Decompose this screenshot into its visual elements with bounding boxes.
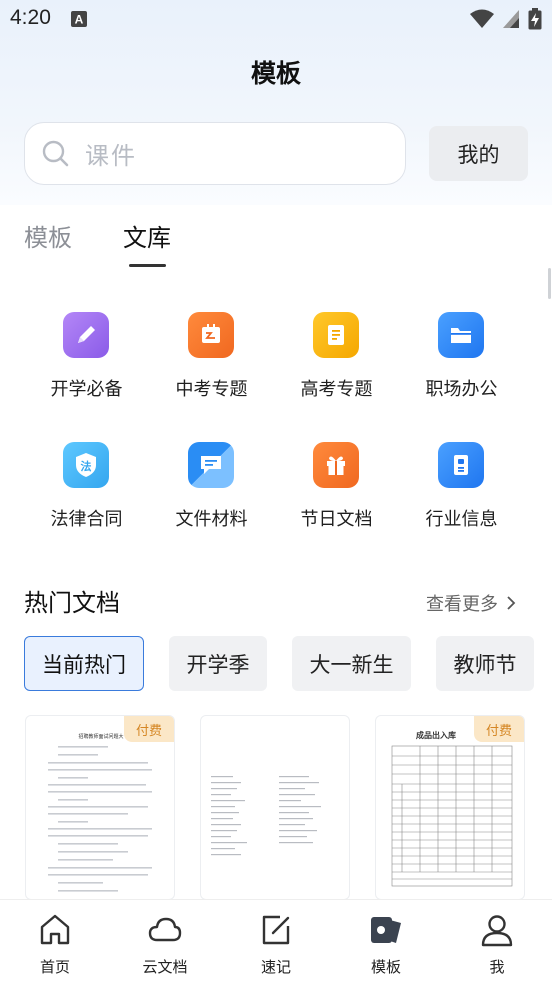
id-card-icon: [438, 442, 484, 488]
message-doc-icon: [188, 442, 234, 488]
svg-text:成品出入库: 成品出入库: [416, 730, 456, 740]
nav-label: 首页: [39, 958, 70, 976]
doc-thumbnail: 成品出入库: [391, 730, 513, 887]
search-placeholder: 课件: [85, 142, 137, 170]
chevron-right-icon: [507, 596, 516, 610]
scrollbar[interactable]: [548, 268, 551, 299]
category-office[interactable]: 职场办公: [399, 302, 524, 412]
signal-icon: [503, 10, 519, 28]
category-zhongkao[interactable]: 中考专题: [149, 302, 274, 412]
chip-teachers-day[interactable]: 教师节: [436, 636, 534, 691]
chip-back-to-school[interactable]: 开学季: [169, 636, 267, 691]
folder-icon: [438, 312, 484, 358]
category-legal[interactable]: 法 法律合同: [24, 432, 149, 542]
home-icon: [40, 914, 70, 945]
paid-badge: 付费: [124, 716, 174, 742]
battery-charging-icon: [528, 8, 542, 30]
nav-label: 模板: [370, 958, 401, 976]
chip-freshman[interactable]: 大一新生: [292, 636, 411, 691]
doc-card[interactable]: 成品出入库 付费: [375, 715, 525, 900]
active-tab-indicator: [129, 264, 166, 267]
see-more-label: 查看更多: [426, 594, 498, 615]
nav-me[interactable]: 我: [442, 900, 552, 983]
category-label: 高考专题: [300, 379, 373, 400]
tab-bar: 模板 文库: [0, 218, 552, 268]
search-input[interactable]: 课件: [24, 122, 406, 185]
category-back-to-school[interactable]: 开学必备: [24, 302, 149, 412]
category-documents[interactable]: 文件材料: [149, 432, 274, 542]
svg-text:法: 法: [81, 459, 92, 473]
page-title: 模板: [250, 59, 301, 88]
see-more-link[interactable]: 查看更多: [426, 590, 516, 616]
note-icon: [313, 312, 359, 358]
category-gaokao[interactable]: 高考专题: [274, 302, 399, 412]
nav-templates[interactable]: 模板: [331, 900, 441, 983]
category-label: 中考专题: [175, 379, 248, 400]
edit-note-icon: [262, 915, 290, 945]
nav-home[interactable]: 首页: [0, 900, 110, 983]
profile-icon: [481, 915, 513, 947]
doc-thumbnail: [211, 776, 321, 856]
bottom-nav: 首页 云文档 速记 模板 我: [0, 899, 552, 983]
cloud-icon: [148, 917, 182, 942]
board-icon: [188, 312, 234, 358]
doc-card[interactable]: [200, 715, 350, 900]
nav-cloud-docs[interactable]: 云文档: [110, 900, 220, 983]
section-title-hot-docs: 热门文档: [24, 589, 120, 617]
notification-a-icon: A: [71, 11, 87, 27]
nav-label: 速记: [260, 958, 291, 976]
category-label: 法律合同: [50, 509, 123, 530]
pencil-icon: [63, 312, 109, 358]
doc-thumbnail: 招聘教师面试问题大: [48, 733, 152, 892]
category-label: 开学必备: [50, 379, 123, 400]
search-icon: [42, 140, 69, 166]
tab-templates[interactable]: 模板: [24, 218, 72, 253]
nav-label: 我: [489, 958, 505, 976]
nav-label: 云文档: [142, 958, 188, 976]
category-label: 行业信息: [425, 509, 498, 530]
wifi-icon: [470, 9, 494, 28]
doc-card[interactable]: 招聘教师面试问题大 付费: [25, 715, 175, 900]
category-industry[interactable]: 行业信息: [399, 432, 524, 542]
svg-text:A: A: [75, 13, 84, 27]
category-holiday[interactable]: 节日文档: [274, 432, 399, 542]
gift-icon: [313, 442, 359, 488]
mine-button[interactable]: 我的: [429, 126, 528, 181]
nav-quick-notes[interactable]: 速记: [221, 900, 331, 983]
category-label: 文件材料: [175, 509, 248, 530]
category-label: 职场办公: [425, 379, 498, 400]
law-shield-icon: 法: [63, 442, 109, 488]
status-time: 4:20: [10, 6, 51, 29]
tab-library[interactable]: 文库: [123, 218, 171, 253]
template-icon: [371, 917, 401, 943]
status-bar: 4:20 A: [0, 0, 552, 38]
paid-badge: 付费: [474, 716, 524, 742]
svg-text:招聘教师面试问题大: 招聘教师面试问题大: [78, 733, 123, 740]
category-label: 节日文档: [300, 509, 373, 530]
chip-trending[interactable]: 当前热门: [24, 636, 144, 691]
